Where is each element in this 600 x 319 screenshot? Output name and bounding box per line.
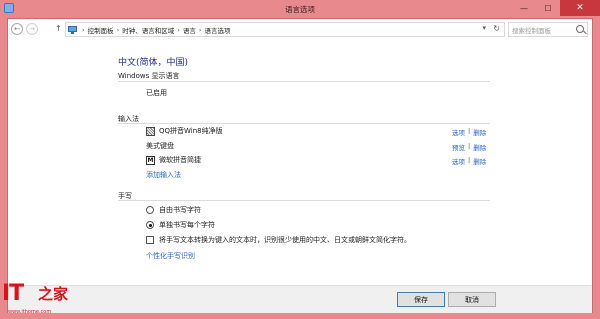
close-button[interactable]: ✕ [560, 0, 600, 16]
refresh-icon[interactable]: ↻ [493, 24, 500, 33]
save-button[interactable]: 保存 [397, 292, 445, 307]
input-method-name: 美式键盘 [146, 142, 174, 150]
single-char-radio[interactable]: 单独书写每个字符 [146, 220, 215, 230]
search-placeholder: 搜索控制面板 [512, 26, 551, 35]
remove-link[interactable]: 删除 [473, 127, 486, 137]
window-content: ← → ↑ › 控制面板 › 时钟、语言和区域 › 语言 › 语言选项 ▾ ↻ … [7, 18, 593, 313]
minimize-button[interactable]: — [512, 0, 536, 16]
action-separator: | [468, 127, 471, 135]
input-method-item: M 微软拼音简捷 [146, 154, 201, 166]
title-bar: 语言选项 — ☐ ✕ [0, 0, 600, 18]
windows-display-language-label: Windows 显示语言 [118, 72, 180, 80]
maximize-button[interactable]: ☐ [536, 0, 560, 16]
input-method-actions: 选项 | 删除 [452, 156, 486, 166]
input-method-actions: 选项 | 删除 [452, 127, 486, 137]
rare-chars-checkbox[interactable]: 将手写文本转换为键入的文本时，识别很少使用的中文、日文或朝鲜文简化字符。 [146, 235, 411, 245]
remove-link[interactable]: 删除 [473, 142, 486, 152]
forward-button[interactable]: → [26, 23, 38, 35]
preview-link[interactable]: 预览 [452, 142, 465, 152]
breadcrumb-clock-language-region[interactable]: 时钟、语言和区域 [122, 25, 174, 35]
add-input-method-link[interactable]: 添加输入法 [146, 170, 181, 180]
footer-bar: 保存 取消 [8, 285, 592, 313]
radio-button-selected[interactable] [146, 221, 154, 229]
breadcrumb-language[interactable]: 语言 [183, 25, 196, 35]
window-controls: — ☐ ✕ [512, 0, 600, 16]
address-bar[interactable]: › 控制面板 › 时钟、语言和区域 › 语言 › 语言选项 ▾ ↻ [65, 22, 505, 37]
control-panel-icon [68, 25, 79, 35]
breadcrumb-separator: › [116, 25, 120, 34]
options-link[interactable]: 选项 [452, 127, 465, 137]
input-method-item: 美式键盘 [146, 140, 174, 152]
cancel-button[interactable]: 取消 [448, 292, 496, 307]
freehand-radio[interactable]: 自由书写字符 [146, 205, 201, 215]
display-language-status: 已启用 [146, 89, 167, 97]
ithome-watermark: IT 之家 www.ithome.com [2, 281, 82, 319]
input-method-name: 微软拼音简捷 [159, 156, 201, 164]
back-button[interactable]: ← [11, 23, 23, 35]
up-button[interactable]: ↑ [55, 24, 62, 33]
search-icon[interactable] [576, 25, 584, 33]
ithome-logo: IT [2, 281, 24, 306]
microsoft-pinyin-icon: M [146, 155, 155, 165]
checkbox-label: 将手写文本转换为键入的文本时，识别很少使用的中文、日文或朝鲜文简化字符。 [159, 236, 411, 244]
address-dropdown-icon[interactable]: ▾ [482, 24, 486, 32]
breadcrumb-separator: › [198, 25, 202, 34]
input-method-name: QQ拼音Win8纯净版 [159, 127, 223, 135]
breadcrumb-control-panel[interactable]: 控制面板 [88, 25, 114, 35]
input-method-item: QQ拼音Win8纯净版 [146, 125, 223, 137]
qq-pinyin-icon [146, 126, 155, 136]
action-separator: | [468, 142, 471, 150]
action-separator: | [468, 156, 471, 164]
breadcrumb-separator: › [177, 25, 180, 34]
ithome-url: www.ithome.com [8, 309, 52, 315]
ithome-logo-chinese: 之家 [38, 285, 69, 303]
search-input[interactable]: 搜索控制面板 [508, 22, 588, 37]
divider [118, 123, 490, 124]
remove-link[interactable]: 删除 [473, 156, 486, 166]
input-method-actions: 预览 | 删除 [452, 142, 486, 152]
radio-button[interactable] [146, 206, 154, 214]
breadcrumb-separator: › [82, 25, 85, 34]
radio-label: 自由书写字符 [159, 206, 201, 214]
divider [118, 81, 490, 82]
personalize-handwriting-link[interactable]: 个性化手写识别 [146, 251, 195, 261]
breadcrumb-language-options[interactable]: 语言选项 [204, 25, 230, 35]
checkbox[interactable] [146, 236, 154, 244]
radio-label: 单独书写每个字符 [159, 221, 215, 229]
language-title: 中文(简体，中国) [118, 58, 189, 68]
divider [118, 200, 490, 201]
navigation-bar: ← → ↑ › 控制面板 › 时钟、语言和区域 › 语言 › 语言选项 ▾ ↻ … [8, 19, 592, 41]
options-link[interactable]: 选项 [452, 156, 465, 166]
window-title: 语言选项 [285, 5, 315, 14]
